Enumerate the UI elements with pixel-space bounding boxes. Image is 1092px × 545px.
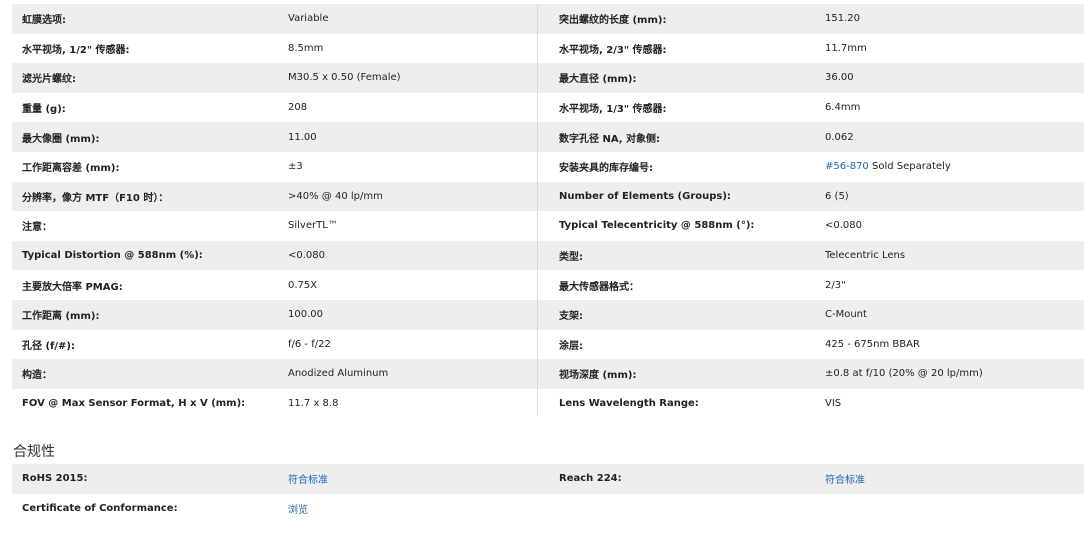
spec-label: 安装夹具的库存编号: [559,163,653,175]
compliance-title: 合规性 [13,444,55,460]
spec-row: 重量 (g): 208 水平视场, 1/3" 传感器: 6.4mm [12,93,1084,123]
spec-value: <0.080 [288,250,326,262]
spec-value: 0.75X [288,279,318,291]
spec-label: 工作距离 (mm): [22,311,100,323]
spec-value: M30.5 x 0.50 (Female) [288,72,401,84]
spec-value: 151.20 [825,13,860,25]
spec-value: 425 - 675nm BBAR [825,338,920,350]
spec-label: 注意： [22,222,52,234]
spec-row: 构造： Anodized Aluminum 视场深度 (mm): ±0.8 at… [12,359,1084,389]
spec-value: 6 (5) [825,190,849,202]
spec-label: 支架: [559,311,583,323]
spec-row: 虹膜选项: Variable 突出螺纹的长度 (mm): 151.20 [12,4,1084,34]
spec-value: 11.00 [288,131,317,143]
spec-row: FOV @ Max Sensor Format, H x V (mm): 11.… [12,389,1084,419]
spec-label: 视场深度 (mm): [559,370,637,382]
spec-label: 水平视场, 1/3" 传感器: [559,104,667,116]
rohs-compliant-link[interactable]: 符合标准 [278,471,549,486]
spec-row: 注意： SilverTL™ Typical Telecentricity @ 5… [12,211,1084,241]
spec-row: 最大像圈 (mm): 11.00 数字孔径 NA, 对象侧: 0.062 [12,122,1084,152]
spec-row: 水平视场, 1/2" 传感器: 8.5mm 水平视场, 2/3" 传感器: 11… [12,34,1084,64]
compliance-label: RoHS 2015: [22,473,88,485]
view-certificate-link[interactable]: 浏览 [278,501,549,516]
spec-row: 滤光片螺纹: M30.5 x 0.50 (Female) 最大直径 (mm): … [12,63,1084,93]
spec-row: 孔径 (f/#): f/6 - f/22 涂层: 425 - 675nm BBA… [12,330,1084,360]
spec-label: 重量 (g): [22,104,66,116]
spec-value: <0.080 [825,220,863,232]
sold-separately-text: Sold Separately [868,161,951,173]
spec-label: 虹膜选项: [22,15,66,27]
spec-row: 工作距离 (mm): 100.00 支架: C-Mount [12,299,1084,330]
spec-value: Variable [288,13,329,25]
spec-row: 工作距离容差 (mm): ±3 安装夹具的库存编号: #56-870 Sold … [12,152,1084,182]
spec-label: 滤光片螺纹: [22,74,76,86]
spec-label: 水平视场, 2/3" 传感器: [559,44,667,56]
compliance-row: Certificate of Conformance: 浏览 [12,494,1084,524]
spec-label: 工作距离容差 (mm): [22,163,120,175]
spec-label: 最大传感器格式： [559,281,639,293]
spec-value: 11.7 x 8.8 [288,398,339,410]
compliance-label: Reach 224: [559,473,622,485]
column-divider [537,4,538,416]
reach-compliant-link[interactable]: 符合标准 [815,471,1084,486]
compliance-row: RoHS 2015: 符合标准 Reach 224: 符合标准 [12,464,1084,494]
spec-label: 主要放大倍率 PMAG: [22,281,123,293]
spec-value: VIS [825,398,842,410]
spec-label: Number of Elements (Groups): [559,190,731,202]
spec-value: 0.062 [825,131,854,143]
spec-label: Lens Wavelength Range: [559,398,699,410]
spec-value: ±0.8 at f/10 (20% @ 20 lp/mm) [825,368,983,380]
spec-row: Typical Distortion @ 588nm (%): <0.080 类… [12,240,1084,271]
spec-value: #56-870 Sold Separately [815,161,1084,172]
spec-row: 分辨率，像方 MTF（F10 时）： >40% @ 40 lp/mm Numbe… [12,181,1084,212]
spec-value: Telecentric Lens [825,250,906,262]
spec-value: Anodized Aluminum [288,368,389,380]
spec-label: FOV @ Max Sensor Format, H x V (mm): [22,398,246,410]
spec-label: 最大像圈 (mm): [22,133,100,145]
spec-label: 分辨率，像方 MTF（F10 时）： [22,192,169,204]
spec-label: 孔径 (f/#): [22,340,76,352]
spec-value: 36.00 [825,72,854,84]
specifications-table: 虹膜选项: Variable 突出螺纹的长度 (mm): 151.20 水平视场… [12,4,1084,418]
compliance-label: Certificate of Conformance: [22,502,178,514]
spec-value: ±3 [288,161,303,173]
spec-label: 构造： [22,370,52,382]
stock-number-link[interactable]: #56-870 [825,161,869,172]
spec-label: 最大直径 (mm): [559,74,637,86]
spec-value: 100.00 [288,309,323,321]
spec-label: Typical Distortion @ 588nm (%): [22,250,203,262]
spec-label: 涂层: [559,340,583,352]
spec-label: 突出螺纹的长度 (mm): [559,15,667,27]
spec-value: C-Mount [825,309,867,321]
spec-value: 2/3" [825,279,846,291]
compliance-table: RoHS 2015: 符合标准 Reach 224: 符合标准 Certific… [12,464,1084,523]
spec-value: SilverTL™ [288,220,338,232]
spec-value: 11.7mm [825,42,867,54]
spec-label: 类型: [559,252,583,264]
spec-label: 数字孔径 NA, 对象侧: [559,133,661,145]
spec-value: 208 [288,102,308,114]
spec-value: 6.4mm [825,102,861,114]
spec-label: Typical Telecentricity @ 588nm (°): [559,220,755,232]
spec-value: f/6 - f/22 [288,338,331,350]
spec-value: 8.5mm [288,42,324,54]
spec-row: 主要放大倍率 PMAG: 0.75X 最大传感器格式： 2/3" [12,270,1084,300]
spec-label: 水平视场, 1/2" 传感器: [22,44,130,56]
spec-value: >40% @ 40 lp/mm [288,190,383,202]
